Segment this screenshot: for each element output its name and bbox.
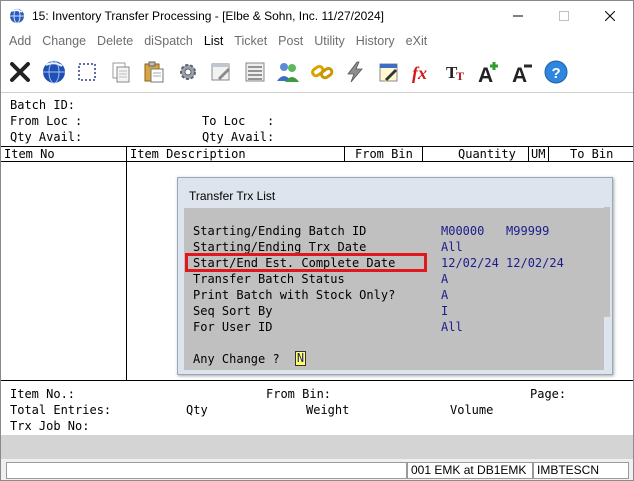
gear-icon[interactable]: [173, 57, 203, 87]
menu-exit[interactable]: eXit: [406, 34, 428, 48]
option-value[interactable]: M00000 M99999: [441, 224, 549, 238]
select-rect-icon[interactable]: [72, 57, 102, 87]
toolbar: fx TT A A ?: [1, 53, 633, 91]
qty-avail-from-label: Qty Avail:: [10, 130, 83, 144]
page-label: Page:: [530, 387, 567, 401]
fx-icon[interactable]: fx: [407, 57, 437, 87]
volume-label: Volume: [450, 403, 494, 417]
users-icon[interactable]: [273, 57, 303, 87]
menu-add[interactable]: Add: [9, 34, 31, 48]
dialog-title: Transfer Trx List: [189, 189, 276, 203]
lightning-icon[interactable]: [340, 57, 370, 87]
menu-bar: Add Change Delete diSpatch List Ticket P…: [1, 31, 633, 51]
menu-list[interactable]: List: [204, 34, 223, 48]
option-label: Transfer Batch Status: [193, 272, 345, 286]
decrease-font-icon[interactable]: A: [508, 57, 538, 87]
title-bar: 15: Inventory Transfer Processing - [Elb…: [1, 1, 633, 31]
option-label: Print Batch with Stock Only?: [193, 288, 396, 302]
col-to-bin: To Bin: [570, 147, 614, 161]
col-from-bin: From Bin: [355, 147, 413, 161]
status-server: IMBTESCN: [533, 462, 629, 479]
option-label: Starting/Ending Trx Date: [193, 240, 367, 254]
qty-label: Qty: [186, 403, 208, 417]
increase-font-icon[interactable]: A: [474, 57, 504, 87]
copy-icon[interactable]: [106, 57, 136, 87]
svg-text:fx: fx: [412, 63, 427, 83]
globe-icon[interactable]: [39, 57, 69, 87]
status-user: 001 EMK at DB1EMK: [407, 462, 533, 479]
paste-icon[interactable]: [139, 57, 169, 87]
total-entries-label: Total Entries:: [10, 403, 112, 417]
from-bin-label: From Bin:: [266, 387, 332, 401]
trx-job-no-label: Trx Job No:: [10, 419, 90, 433]
qty-avail-to-label: Qty Avail:: [202, 130, 275, 144]
item-no-label: Item No.:: [10, 387, 76, 401]
minimize-button[interactable]: [495, 1, 541, 31]
menu-dispatch[interactable]: diSpatch: [144, 34, 193, 48]
menu-history[interactable]: History: [356, 34, 395, 48]
from-loc-label: From Loc :: [10, 114, 83, 128]
maximize-button[interactable]: [541, 1, 587, 31]
option-label: Seq Sort By: [193, 304, 273, 318]
menu-utility[interactable]: Utility: [314, 34, 345, 48]
highlight-annotation: [185, 253, 427, 272]
grid-divider: [528, 146, 529, 162]
option-label: Starting/Ending Batch ID: [193, 224, 367, 238]
option-value[interactable]: A: [441, 288, 448, 302]
menu-ticket[interactable]: Ticket: [234, 34, 267, 48]
close-x-icon[interactable]: [5, 57, 35, 87]
list-icon[interactable]: [240, 57, 270, 87]
calendar-edit-icon[interactable]: [374, 57, 404, 87]
grid-divider: [422, 146, 423, 162]
status-message-field: [6, 462, 407, 479]
dialog-scrollbar[interactable]: [604, 207, 610, 317]
col-item-no: Item No: [4, 147, 55, 161]
app-globe-icon: [9, 8, 25, 24]
batch-id-label: Batch ID:: [10, 98, 76, 112]
window-title: 15: Inventory Transfer Processing - [Elb…: [32, 9, 384, 23]
svg-text:?: ?: [552, 65, 561, 82]
chain-link-icon[interactable]: [307, 57, 337, 87]
footer-separator: [1, 380, 633, 381]
option-value[interactable]: 12/02/24 12/02/24: [441, 256, 564, 270]
message-strip: [1, 435, 633, 459]
svg-text:T: T: [456, 69, 464, 83]
edit-window-icon[interactable]: [206, 57, 236, 87]
grid-divider: [344, 146, 345, 162]
col-item-description: Item Description: [130, 147, 246, 161]
close-button[interactable]: [587, 1, 633, 31]
option-label: For User ID: [193, 320, 273, 334]
option-value[interactable]: A: [441, 272, 448, 286]
menu-change[interactable]: Change: [42, 34, 86, 48]
font-size-icon[interactable]: TT: [441, 57, 471, 87]
option-value[interactable]: All: [441, 240, 463, 254]
any-change-input[interactable]: N: [295, 351, 306, 366]
weight-label: Weight: [306, 403, 350, 417]
grid-divider: [126, 146, 127, 380]
col-quantity: Quantity: [458, 147, 516, 161]
menu-post[interactable]: Post: [278, 34, 303, 48]
grid-divider: [548, 146, 549, 162]
to-loc-label: To Loc :: [202, 114, 275, 128]
col-um: UM: [531, 147, 546, 161]
menu-delete[interactable]: Delete: [97, 34, 133, 48]
option-value[interactable]: All: [441, 320, 463, 334]
help-icon[interactable]: ?: [541, 57, 571, 87]
status-bar: 001 EMK at DB1EMK IMBTESCN: [1, 459, 633, 480]
any-change-prompt: Any Change ?: [193, 352, 280, 366]
option-value[interactable]: I: [441, 304, 448, 318]
